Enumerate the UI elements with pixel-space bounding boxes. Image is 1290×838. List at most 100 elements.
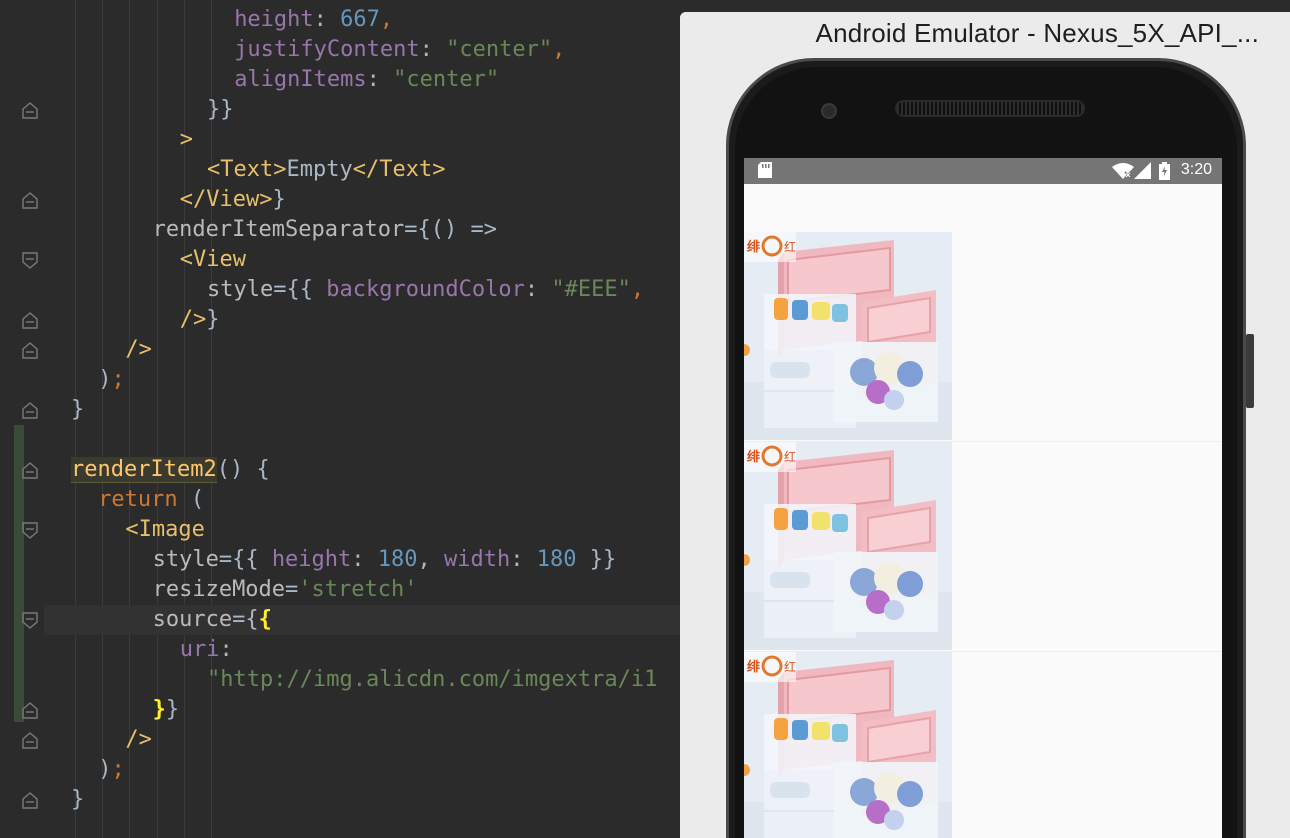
code-token: : — [313, 7, 341, 32]
fold-end-icon[interactable] — [22, 792, 38, 809]
code-token: () { — [216, 457, 270, 482]
product-image: 绯红 — [744, 232, 952, 440]
fold-end-icon[interactable] — [22, 342, 38, 359]
code-token: }} — [576, 547, 617, 572]
code-token: style — [207, 277, 274, 302]
code-token: : — [351, 547, 378, 572]
code-token: { — [258, 607, 272, 632]
code-token: }} — [207, 97, 234, 122]
code-token: renderItemSeparator — [152, 217, 405, 242]
fold-end-icon[interactable] — [22, 192, 38, 209]
code-token: "#EEE" — [551, 277, 631, 302]
code-token: , — [417, 547, 445, 572]
code-token: source — [152, 607, 233, 632]
code-token: : — [419, 37, 447, 62]
code-token: > — [179, 127, 194, 152]
code-token: backgroundColor — [326, 277, 525, 302]
code-token: } — [272, 187, 286, 212]
fold-end-icon[interactable] — [22, 402, 38, 419]
code-token: , — [630, 277, 645, 302]
brand-logo-text: 红 — [784, 240, 797, 254]
code-token: "center" — [393, 67, 500, 92]
wifi-icon — [1112, 162, 1134, 185]
code-token: /> — [179, 307, 207, 332]
fold-open-icon[interactable] — [22, 522, 38, 539]
battery-charging-icon — [1159, 162, 1170, 185]
code-token: 180 — [536, 547, 577, 572]
editor-gutter — [0, 0, 44, 838]
code-token: } — [152, 697, 166, 722]
code-token: <View — [179, 247, 247, 272]
code-token: </View> — [179, 187, 273, 212]
flat-list[interactable]: 绯红 绯红 绯红 — [744, 232, 1222, 838]
code-token: <Image — [125, 517, 205, 542]
sd-card-icon — [758, 162, 772, 183]
code-token: style — [152, 547, 219, 572]
code-line-current[interactable]: source={{ — [44, 605, 744, 635]
phone-side-button[interactable] — [1246, 334, 1254, 408]
indent-guide — [211, 0, 212, 838]
code-token: } — [165, 697, 180, 722]
code-token: height — [234, 7, 314, 32]
code-token: : — [510, 547, 537, 572]
code-token: ) — [98, 367, 112, 392]
product-image: 绯红 — [744, 652, 952, 838]
device-screen[interactable]: 3:20 绯红 绯红 绯 红 — [744, 158, 1222, 838]
fold-open-icon[interactable] — [22, 252, 38, 269]
code-token: 667 — [340, 7, 380, 32]
code-token: ={{ — [273, 277, 327, 302]
code-token: ={ — [232, 607, 259, 632]
fold-open-icon[interactable] — [22, 612, 38, 629]
code-token: /> — [125, 727, 152, 752]
code-token: Empty — [286, 157, 353, 182]
code-token: <Text> — [207, 157, 287, 182]
code-token: ; — [111, 757, 125, 782]
fold-end-icon[interactable] — [22, 702, 38, 719]
fold-end-icon[interactable] — [22, 462, 38, 479]
vcs-change-marker[interactable] — [14, 425, 24, 605]
code-token: justifyContent — [234, 37, 420, 62]
code-token: /> — [125, 337, 152, 362]
code-token: alignItems — [234, 67, 367, 92]
emulator-window: Android Emulator - Nexus_5X_API_... 3:20 — [680, 12, 1290, 838]
list-item[interactable]: 绯红 — [744, 442, 1222, 652]
code-token: height — [271, 547, 352, 572]
list-item[interactable]: 绯红 — [744, 652, 1222, 838]
code-token: return — [98, 487, 178, 512]
code-token: ) — [98, 757, 112, 782]
code-token: : — [366, 67, 394, 92]
code-token: resizeMode — [152, 577, 286, 602]
code-token: } — [71, 397, 85, 422]
fold-end-icon[interactable] — [22, 312, 38, 329]
brand-logo-text: 红 — [784, 660, 797, 674]
code-token: ; — [111, 367, 125, 392]
code-token: ( — [177, 487, 205, 512]
code-token: width — [444, 547, 511, 572]
code-token: ={() => — [404, 217, 497, 242]
brand-logo-text: 绯 — [747, 660, 761, 675]
indent-guide — [129, 0, 131, 838]
code-token: : — [524, 277, 552, 302]
brand-logo-text: 绯 — [747, 240, 761, 255]
code-token: , — [379, 7, 394, 32]
code-token: } — [206, 307, 220, 332]
front-camera — [821, 103, 837, 119]
earpiece-speaker — [895, 100, 1085, 117]
fold-end-icon[interactable] — [22, 102, 38, 119]
fold-end-icon[interactable] — [22, 732, 38, 749]
product-image: 绯红 — [744, 442, 952, 650]
code-token: 'stretch' — [298, 577, 418, 602]
code-token: </Text> — [352, 157, 446, 182]
indent-guide — [102, 0, 104, 838]
code-token: ={{ — [218, 547, 272, 572]
status-bar: 3:20 — [744, 158, 1222, 184]
code-token: 180 — [377, 547, 418, 572]
code-token: renderItem2 — [71, 457, 217, 483]
list-item[interactable]: 绯红 — [744, 232, 1222, 442]
signal-icon — [1134, 162, 1152, 185]
code-token: "http://img.alicdn.com/imgextra/i1 — [207, 667, 658, 692]
code-token: uri — [179, 637, 220, 662]
code-token: , — [552, 37, 566, 62]
code-token: = — [285, 577, 299, 602]
emulator-titlebar[interactable]: Android Emulator - Nexus_5X_API_... — [680, 12, 1290, 58]
